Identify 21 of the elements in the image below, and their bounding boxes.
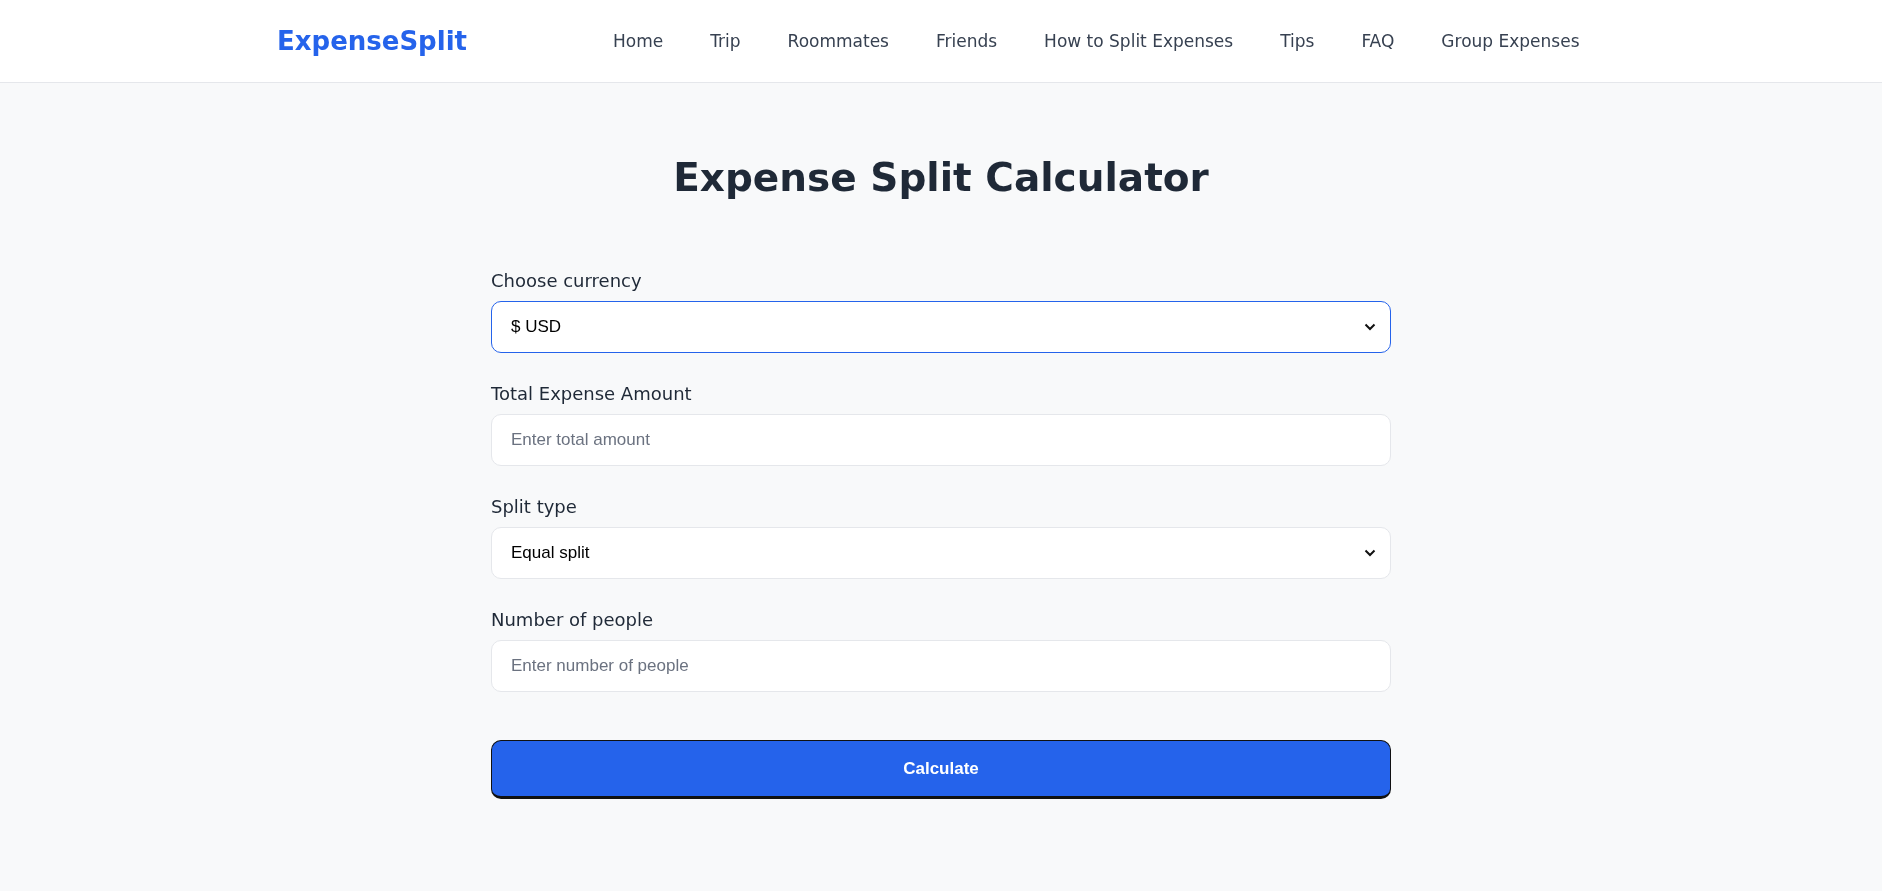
chevron-down-icon <box>1364 549 1376 557</box>
nav-link[interactable]: Home <box>613 31 664 51</box>
nav-link[interactable]: Trip <box>710 31 741 51</box>
calculate-button[interactable]: Calculate <box>491 740 1391 799</box>
nav-link[interactable]: How to Split Expenses <box>1044 31 1234 51</box>
field-label: Number of people <box>491 609 655 630</box>
nav-link[interactable]: FAQ <box>1361 31 1395 51</box>
site-logo[interactable]: ExpenseSplit <box>277 26 467 56</box>
input-field[interactable]: Enter total amount <box>491 414 1391 466</box>
nav-link[interactable]: Roommates <box>787 31 889 51</box>
input-field[interactable]: Enter number of people <box>491 640 1391 692</box>
dropdown-field[interactable]: $ USD <box>491 301 1391 353</box>
dropdown-field[interactable]: Equal split <box>491 527 1391 579</box>
chevron-down-icon <box>1364 323 1376 331</box>
nav-link[interactable]: Group Expenses <box>1441 31 1580 51</box>
field-label: Total Expense Amount <box>491 383 693 404</box>
nav-link[interactable]: Tips <box>1280 31 1315 51</box>
page-title: Expense Split Calculator <box>673 155 1209 200</box>
field-label: Choose currency <box>491 270 643 291</box>
field-label: Split type <box>491 496 578 517</box>
nav-link[interactable]: Friends <box>935 31 998 51</box>
